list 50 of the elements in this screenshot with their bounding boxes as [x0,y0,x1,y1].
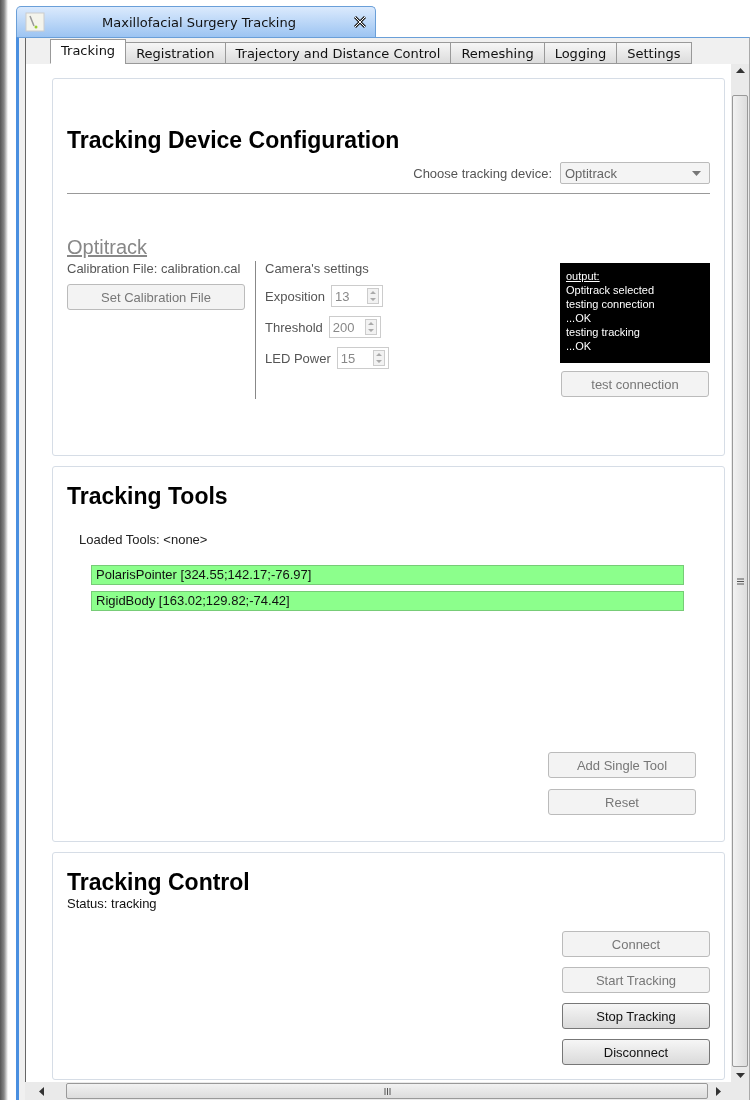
tab[interactable]: Settings [616,42,692,64]
control-button[interactable]: Disconnect [562,1039,710,1065]
scroll-up-icon[interactable] [735,68,745,73]
spin-arrows-icon [372,350,385,366]
device-label: Choose tracking device: [413,165,552,181]
window-title: Maxillofacial Surgery Tracking [101,14,297,30]
vertical-scrollbar[interactable] [731,64,749,1082]
console-line: testing connection [566,297,656,311]
tab[interactable]: Tracking [50,39,127,64]
setting-label: Threshold [265,319,323,335]
console-line: output: [566,269,601,283]
setting-label: Exposition [265,288,325,304]
spin-arrows-icon [367,288,379,304]
scroll-thumb[interactable] [66,1083,708,1099]
spin-arrows-icon [364,319,377,335]
calibration-label: Calibration File: calibration.cal [67,261,242,276]
tab[interactable]: Remeshing [450,42,545,64]
console-line: Optitrack selected [566,283,656,297]
scroll-thumb[interactable] [732,95,748,1067]
console-line: ...OK [566,311,593,325]
grip-icon [383,1087,391,1095]
console-line: testing tracking [566,325,641,339]
grip-icon [736,577,744,585]
device-name: Optitrack [67,236,149,259]
scroll-left-icon[interactable] [39,1086,44,1096]
section-title: Tracking Tools [67,483,229,510]
spin-box[interactable]: 200 [328,316,381,338]
scroll-right-icon[interactable] [716,1086,721,1096]
section-title: Tracking Control [67,869,251,896]
control-button[interactable]: Stop Tracking [562,1003,710,1029]
dropdown-arrow-icon [692,170,701,176]
spin-box[interactable]: 13 [331,285,383,307]
tab[interactable]: Registration [125,42,226,64]
tab[interactable]: Logging [543,42,618,64]
close-icon[interactable] [353,15,367,29]
tab[interactable]: Trajectory and Distance Control [224,42,452,64]
section-title: Tracking Device Configuration [67,127,401,154]
spin-box[interactable]: 15 [336,347,389,369]
loaded-tools-label: Loaded Tools: <none> [79,532,209,547]
status-label: Status: tracking [67,896,158,911]
app-icon [25,12,45,32]
horizontal-scrollbar[interactable] [25,1082,749,1100]
device-dropdown[interactable]: Optitrack [560,162,710,184]
window-tab[interactable]: Maxillofacial Surgery Tracking [16,6,376,37]
setting-label: LED Power [265,350,331,366]
tool-item[interactable]: RigidBody [163.02;129.82;-74.42] [91,591,684,611]
camera-settings-label: Camera's settings [265,261,370,276]
scroll-down-icon[interactable] [735,1073,745,1078]
console-line: ...OK [566,339,593,353]
tool-item[interactable]: PolarisPointer [324.55;142.17;-76.97] [91,565,684,585]
